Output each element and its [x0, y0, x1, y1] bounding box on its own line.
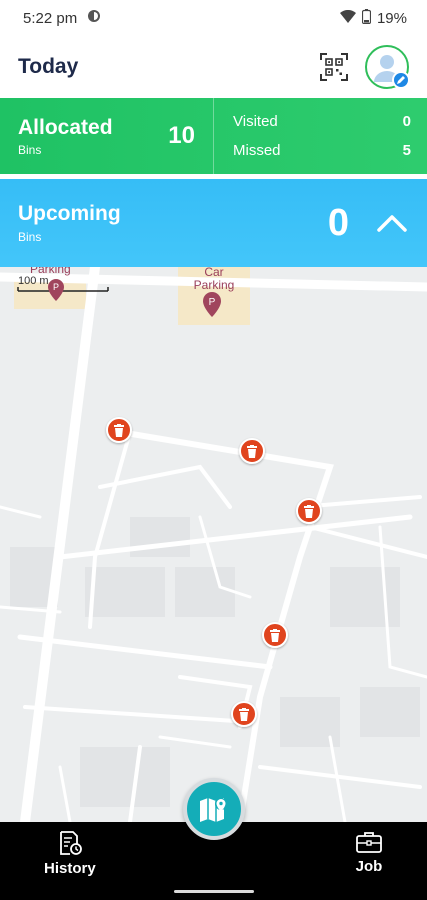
trash-bin-icon [114, 423, 124, 437]
bin-marker[interactable] [296, 498, 322, 524]
visited-label: Visited [233, 113, 278, 130]
map-view-fab[interactable] [183, 778, 245, 840]
history-icon [59, 831, 82, 855]
qr-scan-button[interactable] [319, 52, 349, 82]
missed-label: Missed [233, 142, 281, 159]
briefcase-icon [356, 832, 382, 853]
qr-code-icon [320, 53, 348, 81]
poi-parking-label: Parking [30, 267, 71, 276]
status-left: 5:22 pm [23, 9, 101, 27]
svg-text:P: P [53, 282, 59, 292]
status-right: 19% [339, 8, 407, 28]
allocated-subtitle: Bins [18, 142, 42, 157]
upcoming-bins-card[interactable]: Upcoming Bins 0 [0, 179, 427, 267]
app-header: Today [0, 36, 427, 98]
upcoming-subtitle: Bins [18, 230, 42, 244]
allocated-title: Allocated [18, 115, 113, 139]
bin-marker[interactable] [231, 701, 257, 727]
poi-car-parking-label: Car Parking [189, 267, 239, 292]
upcoming-labels: Upcoming Bins [18, 202, 121, 244]
edit-profile-icon[interactable] [392, 71, 410, 89]
svg-text:P: P [209, 297, 216, 308]
missed-value: 5 [402, 142, 411, 159]
chevron-up-icon [377, 215, 407, 232]
visited-row: Visited 0 [233, 113, 411, 130]
home-indicator[interactable] [174, 890, 254, 893]
visited-value: 0 [402, 113, 411, 130]
allocated-bins-card: Allocated Bins 10 Visited 0 Missed 5 [0, 98, 427, 174]
bin-marker[interactable] [106, 417, 132, 443]
battery-percent: 19% [376, 9, 407, 27]
wifi-icon [339, 9, 356, 27]
map-streets: P P [0, 267, 427, 822]
profile-avatar-button[interactable] [365, 45, 410, 89]
data-saver-icon [87, 9, 101, 27]
bin-marker[interactable] [262, 622, 288, 648]
trash-bin-icon [239, 707, 249, 721]
poi-car-parking-line2: Parking [193, 278, 235, 292]
status-time: 5:22 pm [23, 9, 78, 27]
upcoming-right: 0 [328, 202, 409, 245]
trash-bin-icon [270, 628, 280, 642]
allocated-stats: Visited 0 Missed 5 [214, 98, 427, 174]
nav-history[interactable]: History [44, 830, 96, 877]
trash-bin-icon [304, 504, 314, 518]
battery-icon [361, 8, 372, 28]
upcoming-title: Upcoming [18, 202, 121, 225]
map-view[interactable]: P P 100 m Parking Car Parking [0, 267, 427, 822]
nav-job[interactable]: Job [355, 830, 383, 875]
missed-row: Missed 5 [233, 142, 411, 159]
collapse-button[interactable] [375, 206, 409, 240]
map-pin-icon [200, 798, 227, 822]
header-actions [319, 45, 410, 89]
status-bar: 5:22 pm 19% [0, 0, 427, 36]
map-scale-label: 100 m [18, 275, 49, 287]
page-title: Today [18, 55, 79, 78]
bin-marker[interactable] [239, 438, 265, 464]
allocated-summary: Allocated Bins 10 [0, 98, 214, 174]
nav-history-label: History [44, 860, 96, 877]
upcoming-count: 0 [327, 201, 349, 244]
allocated-labels: Allocated Bins [18, 116, 113, 157]
nav-job-label: Job [355, 858, 383, 875]
trash-bin-icon [247, 444, 257, 458]
allocated-count: 10 [168, 122, 195, 149]
